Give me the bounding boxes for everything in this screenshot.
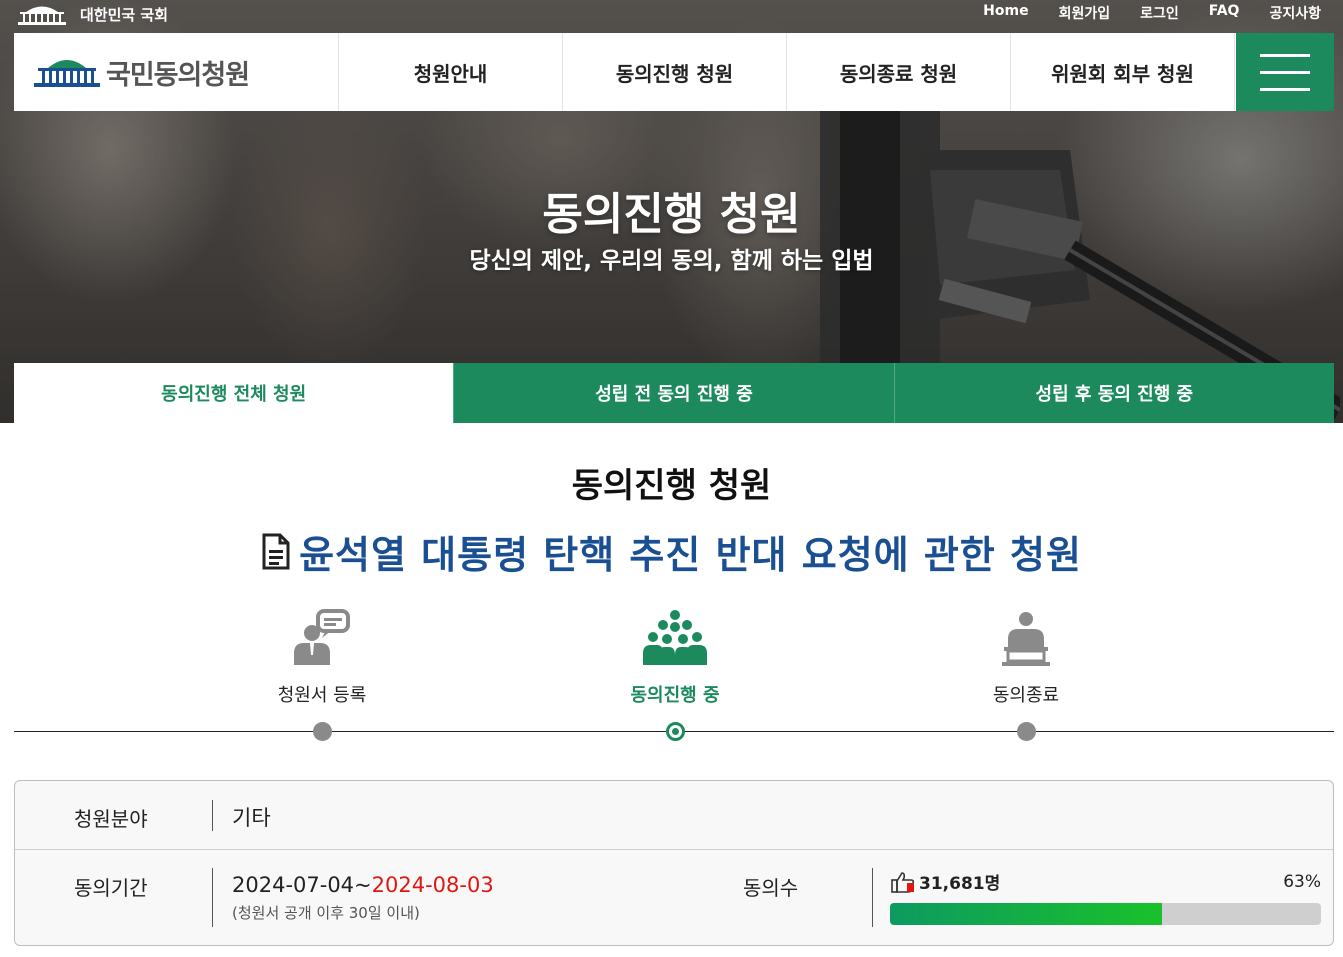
- step-consent-closed: 동의종료: [926, 595, 1126, 707]
- period-start: 2024-07-04~: [232, 873, 372, 897]
- period-end: 2024-08-03: [371, 873, 494, 897]
- step-marker: [313, 722, 332, 741]
- category-label: 청원분야: [74, 807, 148, 831]
- step-consent-ongoing: 동의진행 중: [575, 595, 775, 707]
- step-marker: [1017, 722, 1036, 741]
- utility-bar: 대한민국 국회 Home 회원가입 로그인 FAQ 공지사항: [0, 0, 1343, 30]
- group-icon: [643, 610, 707, 665]
- nav-closed-petitions[interactable]: 동의종료 청원: [787, 33, 1011, 111]
- brand-name: 국민동의청원: [106, 59, 250, 91]
- hero-banner: 대한민국 국회 Home 회원가입 로그인 FAQ 공지사항 국민동의청원 청원…: [0, 0, 1343, 423]
- step-label: 동의종료: [992, 685, 1060, 706]
- tab-after-establishment[interactable]: 성립 후 동의 진행 중: [893, 363, 1334, 423]
- signup-link[interactable]: 회원가입: [1059, 3, 1111, 23]
- consent-count-label: 동의수: [743, 876, 799, 900]
- hamburger-icon-bar: [1260, 53, 1310, 57]
- nav-petition-guide[interactable]: 청원안내: [339, 33, 563, 111]
- assembly-name: 대한민국 국회: [80, 5, 169, 24]
- step-label: 동의진행 중: [630, 685, 720, 706]
- nav-committee-petitions[interactable]: 위원회 회부 청원: [1011, 33, 1235, 111]
- tab-before-establishment[interactable]: 성립 전 동의 진행 중: [453, 363, 894, 423]
- speaker-icon: [294, 609, 350, 665]
- petition-title: 윤석열 대통령 탄핵 추진 반대 요청에 관한 청원: [299, 533, 1082, 577]
- info-row-category: 청원분야 기타: [15, 781, 1333, 850]
- national-assembly-logo[interactable]: 대한민국 국회: [18, 3, 168, 25]
- podium-icon: [1002, 612, 1050, 666]
- petition-title-row: 윤석열 대통령 탄핵 추진 반대 요청에 관한 청원: [0, 524, 1343, 579]
- assembly-building-icon: [18, 6, 66, 25]
- home-link[interactable]: Home: [983, 3, 1028, 23]
- period-value: 2024-07-04~2024-08-03: [232, 873, 494, 897]
- menu-button[interactable]: [1236, 33, 1334, 111]
- step-marker-current: [666, 722, 685, 741]
- progress-steps: 청원서 등록 동의진행 중 동의종료: [14, 595, 1334, 745]
- notice-link[interactable]: 공지사항: [1269, 3, 1321, 23]
- divider: [872, 868, 873, 927]
- hamburger-icon-bar: [1260, 70, 1310, 74]
- hero-title: 동의진행 청원: [542, 189, 801, 240]
- login-link[interactable]: 로그인: [1140, 3, 1179, 23]
- consent-count: 31,681명: [891, 869, 1000, 894]
- hero-subtitle: 당신의 제안, 우리의 동의, 함께 하는 입법: [469, 248, 874, 274]
- thumbs-up-icon: [891, 871, 915, 893]
- petition-info-box: 청원분야 기타 동의기간 2024-07-04~2024-08-03 (청원서 …: [14, 780, 1334, 946]
- divider: [212, 800, 213, 831]
- step-label: 청원서 등록: [277, 685, 367, 706]
- sub-tabs: 동의진행 전체 청원 성립 전 동의 진행 중 성립 후 동의 진행 중: [14, 363, 1334, 423]
- site-logo[interactable]: 국민동의청원: [14, 33, 339, 111]
- period-note: (청원서 공개 이후 30일 이내): [232, 904, 420, 922]
- tab-all-ongoing[interactable]: 동의진행 전체 청원: [14, 363, 454, 423]
- consent-count-value: 31,681명: [919, 874, 1001, 894]
- main-navigation: 국민동의청원 청원안내 동의진행 청원 동의종료 청원 위원회 회부 청원: [14, 33, 1334, 111]
- period-label: 동의기간: [74, 876, 148, 900]
- info-row-period: 동의기간 2024-07-04~2024-08-03 (청원서 공개 이후 30…: [15, 850, 1333, 945]
- nav-ongoing-petitions[interactable]: 동의진행 청원: [563, 33, 787, 111]
- consent-progress-bar: [890, 903, 1321, 925]
- step-registration: 청원서 등록: [222, 595, 422, 707]
- assembly-dome-icon: [34, 60, 100, 87]
- divider: [212, 868, 213, 927]
- utility-links: Home 회원가입 로그인 FAQ 공지사항: [983, 3, 1321, 23]
- section-title: 동의진행 청원: [571, 466, 772, 506]
- faq-link[interactable]: FAQ: [1209, 3, 1240, 23]
- document-icon: [262, 533, 290, 569]
- hamburger-icon-bar: [1260, 87, 1310, 91]
- progress-percent: 63%: [1283, 872, 1321, 892]
- category-value: 기타: [232, 806, 271, 830]
- consent-progress-fill: [890, 903, 1162, 925]
